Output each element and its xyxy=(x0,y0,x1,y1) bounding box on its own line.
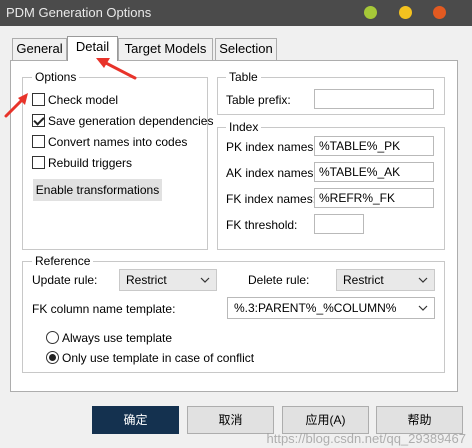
convert-names-label: Convert names into codes xyxy=(48,135,188,149)
fk-index-input[interactable]: %REFR%_FK xyxy=(314,188,434,208)
update-rule-label: Update rule: xyxy=(32,273,98,287)
fk-template-value: %.3:PARENT%_%COLUMN% xyxy=(234,301,397,315)
update-rule-value: Restrict xyxy=(126,273,167,287)
tab-general[interactable]: General xyxy=(12,38,67,60)
table-legend: Table xyxy=(226,70,261,84)
title-bar: PDM Generation Options xyxy=(0,0,472,26)
ok-button[interactable]: 确定 xyxy=(92,406,179,434)
window-title: PDM Generation Options xyxy=(6,5,152,20)
pk-index-label: PK index names: xyxy=(226,140,317,154)
fk-index-label: FK index names: xyxy=(226,192,317,206)
ak-index-label: AK index names: xyxy=(226,166,317,180)
conflict-template-label: Only use template in case of conflict xyxy=(62,351,255,365)
check-model-label: Check model xyxy=(48,93,119,107)
fk-threshold-input[interactable] xyxy=(314,214,364,234)
conflict-template-radio[interactable] xyxy=(46,351,59,364)
fk-template-label: FK column name template: xyxy=(32,302,176,316)
convert-names-checkbox[interactable] xyxy=(32,135,45,148)
fk-template-select[interactable]: %.3:PARENT%_%COLUMN% xyxy=(227,297,435,319)
update-rule-select[interactable]: Restrict xyxy=(119,269,217,291)
close-button[interactable] xyxy=(433,6,446,19)
cancel-button[interactable]: 取消 xyxy=(187,406,274,434)
rebuild-triggers-label: Rebuild triggers xyxy=(48,156,133,170)
delete-rule-label: Delete rule: xyxy=(248,273,310,287)
watermark-text: https://blog.csdn.net/qq_29389467 xyxy=(266,431,467,446)
tab-label: Target Models xyxy=(124,41,207,56)
minimize-button[interactable] xyxy=(364,6,377,19)
tab-label: Detail xyxy=(75,39,110,54)
always-template-radio[interactable] xyxy=(46,331,59,344)
tab-label: Selection xyxy=(219,41,273,56)
chevron-down-icon xyxy=(418,305,428,311)
delete-rule-value: Restrict xyxy=(343,273,384,287)
save-dependencies-checkbox[interactable] xyxy=(32,114,45,127)
tab-target-models[interactable]: Target Models xyxy=(118,38,213,60)
always-template-label: Always use template xyxy=(62,331,173,345)
tab-detail[interactable]: Detail xyxy=(67,36,118,61)
chevron-down-icon xyxy=(200,277,210,283)
help-button[interactable]: 帮助 xyxy=(376,406,463,434)
table-prefix-input[interactable] xyxy=(314,89,434,109)
maximize-button[interactable] xyxy=(399,6,412,19)
chevron-down-icon xyxy=(418,277,428,283)
tab-label: General xyxy=(16,41,63,56)
apply-button[interactable]: 应用(A) xyxy=(282,406,369,434)
index-legend: Index xyxy=(226,120,262,134)
delete-rule-select[interactable]: Restrict xyxy=(336,269,435,291)
fk-threshold-label: FK threshold: xyxy=(226,218,298,232)
save-dependencies-label: Save generation dependencies xyxy=(48,114,214,128)
options-legend: Options xyxy=(32,70,80,84)
ak-index-input[interactable]: %TABLE%_AK xyxy=(314,162,434,182)
tab-selection[interactable]: Selection xyxy=(215,38,277,60)
enable-transformations-button[interactable]: Enable transformations xyxy=(33,179,162,201)
table-prefix-label: Table prefix: xyxy=(226,93,291,107)
reference-legend: Reference xyxy=(32,254,94,268)
rebuild-triggers-checkbox[interactable] xyxy=(32,156,45,169)
check-model-checkbox[interactable] xyxy=(32,93,45,106)
pk-index-input[interactable]: %TABLE%_PK xyxy=(314,136,434,156)
